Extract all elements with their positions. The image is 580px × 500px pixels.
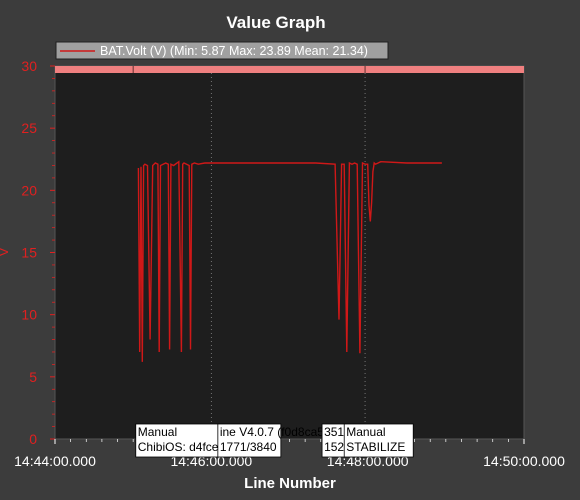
legend-entry-bat-volt: BAT.Volt (V) (Min: 5.87 Max: 23.89 Mean:… [100, 44, 368, 58]
annotation-text: ine V4.0.7 (f0d8ca5e) [220, 425, 335, 439]
annotation-text: 1771/3840 [220, 440, 277, 454]
plot-area[interactable] [54, 65, 525, 440]
y-tick-label: 15 [21, 245, 37, 261]
annotation-text: Manual [138, 425, 177, 439]
annotation-text: Manual [346, 425, 385, 439]
y-tick-label: 20 [21, 182, 37, 198]
mode-band [55, 66, 524, 73]
annotation-label: ine V4.0.7 (f0d8ca5e)1771/3840 [217, 423, 335, 458]
y-tick-label: 0 [29, 431, 37, 447]
chart-title: Value Graph [226, 13, 325, 32]
legend[interactable]: BAT.Volt (V) (Min: 5.87 Max: 23.89 Mean:… [55, 41, 389, 60]
y-tick-label: 10 [21, 307, 37, 323]
x-tick-label: 14:50:00.000 [483, 453, 565, 469]
annotation-text: STABILIZE [346, 440, 405, 454]
y-tick-label: 30 [21, 58, 37, 74]
x-tick-label: 14:44:00.000 [14, 453, 96, 469]
y-axis-label: V [0, 247, 11, 256]
annotation-label: ManualSTABILIZE [343, 423, 414, 458]
value-graph-chart: Value Graph 0 5 10 15 20 25 30 14:44:00.000 14:… [0, 13, 565, 492]
y-tick-label: 25 [21, 120, 37, 136]
y-tick-label: 5 [29, 369, 37, 385]
x-axis-label: Line Number [244, 475, 336, 492]
